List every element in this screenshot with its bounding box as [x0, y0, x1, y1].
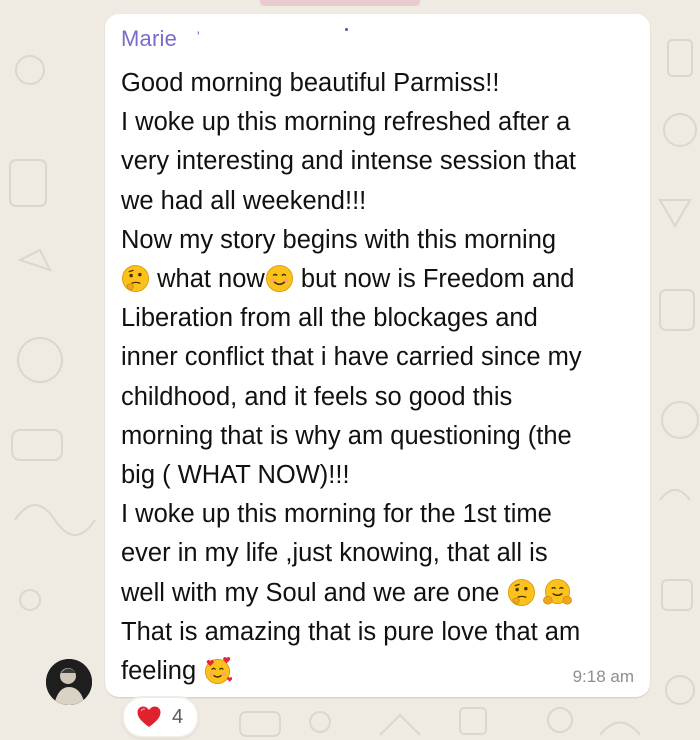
message-line-segment: feeling	[121, 657, 197, 686]
message-line: well with my Soul and we are one	[121, 574, 641, 613]
message-bubble[interactable]: Marie ' Good morning beautiful Parmiss!!…	[105, 14, 650, 697]
message-line: morning that is why am questioning (the	[121, 421, 572, 450]
thinking-face-icon	[507, 578, 536, 607]
message-line-segment: what now	[157, 265, 265, 294]
message-line-segment: but now is Freedom and	[300, 265, 575, 294]
message-line: very interesting and intense session tha…	[121, 147, 577, 176]
message-line: what now but now is Freedom and	[121, 260, 641, 299]
sender-name-suffix: '	[197, 28, 200, 44]
hugging-face-icon	[542, 578, 572, 607]
smiling-face-icon	[265, 264, 294, 293]
message-line: Now my story begins with this morning	[121, 225, 557, 254]
red-heart-icon	[136, 705, 162, 729]
sender-avatar[interactable]	[46, 659, 92, 705]
message-line: I woke up this morning for the 1st time	[121, 500, 552, 529]
message-line: I woke up this morning refreshed after a	[121, 108, 571, 137]
sender-name[interactable]: Marie	[121, 26, 177, 52]
message-text: Good morning beautiful Parmiss!! I woke …	[121, 64, 641, 691]
message-line: inner conflict that i have carried since…	[121, 343, 582, 372]
sender-dot	[345, 28, 348, 31]
smiling-face-with-hearts-icon	[203, 656, 233, 685]
message-timestamp: 9:18 am	[572, 667, 634, 686]
top-edge-strip	[260, 0, 420, 6]
reaction-count: 4	[172, 705, 184, 728]
message-line: we had all weekend!!!	[121, 186, 367, 215]
message-line: Liberation from all the blockages and	[121, 304, 538, 333]
message-line: That is amazing that is pure love that a…	[121, 617, 581, 646]
message-line-segment: well with my Soul and we are one	[121, 578, 500, 607]
message-line: feeling	[121, 652, 641, 691]
message-line: childhood, and it feels so good this	[121, 382, 513, 411]
message-line: Good morning beautiful Parmiss!!	[121, 69, 500, 97]
reaction-pill[interactable]: 4	[122, 696, 200, 738]
message-line: big ( WHAT NOW)!!!	[121, 461, 350, 490]
message-line: ever in my life ,just knowing, that all …	[121, 539, 548, 568]
thinking-face-icon	[121, 264, 150, 293]
